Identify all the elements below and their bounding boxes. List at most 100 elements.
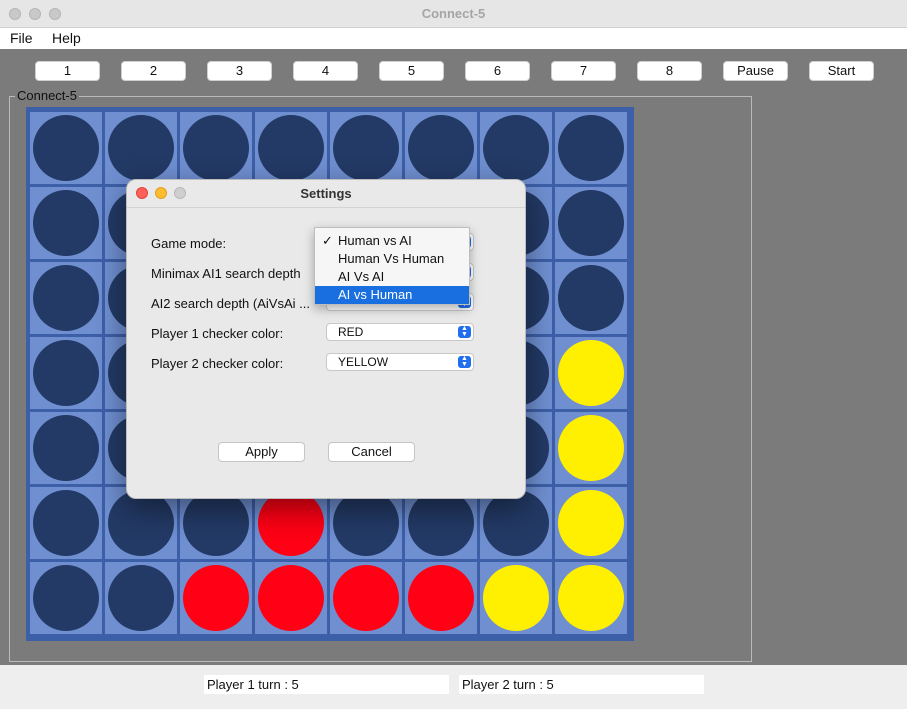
drop-column-6-button[interactable]: 6 [465, 61, 530, 81]
game-panel-label: Connect-5 [15, 88, 79, 103]
ai2-depth-label: AI2 search depth (AiVsAi ... [151, 296, 310, 311]
board-cell[interactable] [105, 112, 177, 184]
yellow-checker [558, 490, 624, 556]
game-mode-option[interactable]: AI vs Human [315, 286, 469, 304]
empty-slot [33, 565, 99, 631]
board-cell[interactable] [180, 112, 252, 184]
drop-column-7-button[interactable]: 7 [551, 61, 616, 81]
window-titlebar: Connect-5 [0, 0, 907, 28]
red-checker [408, 565, 474, 631]
board-cell[interactable] [105, 562, 177, 634]
board-cell[interactable] [255, 112, 327, 184]
apply-button[interactable]: Apply [218, 442, 305, 462]
empty-slot [483, 115, 549, 181]
yellow-checker [558, 340, 624, 406]
drop-column-4-button[interactable]: 4 [293, 61, 358, 81]
board-cell[interactable] [555, 487, 627, 559]
empty-slot [33, 415, 99, 481]
board-cell[interactable] [30, 337, 102, 409]
board-cell[interactable] [405, 112, 477, 184]
yellow-checker [558, 415, 624, 481]
board-cell[interactable] [405, 562, 477, 634]
select-arrows-icon: ▲▼ [458, 356, 471, 368]
minimax-depth-label: Minimax AI1 search depth [151, 266, 301, 281]
board-cell[interactable] [555, 412, 627, 484]
player-1-color-select[interactable]: RED ▲▼ [326, 323, 474, 341]
empty-slot [33, 490, 99, 556]
board-cell[interactable] [30, 487, 102, 559]
board-cell[interactable] [480, 112, 552, 184]
drop-column-1-button[interactable]: 1 [35, 61, 100, 81]
checkmark-icon: ✓ [322, 232, 333, 250]
pause-button[interactable]: Pause [723, 61, 788, 81]
settings-title: Settings [127, 186, 525, 201]
empty-slot [333, 115, 399, 181]
cancel-button[interactable]: Cancel [328, 442, 415, 462]
yellow-checker [483, 565, 549, 631]
player-1-color-label: Player 1 checker color: [151, 326, 283, 341]
board-cell[interactable] [30, 187, 102, 259]
board-cell[interactable] [30, 112, 102, 184]
empty-slot [258, 115, 324, 181]
red-checker [258, 565, 324, 631]
empty-slot [408, 115, 474, 181]
board-cell[interactable] [555, 337, 627, 409]
game-mode-option[interactable]: AI Vs AI [315, 268, 469, 286]
menu-file[interactable]: File [10, 30, 33, 46]
game-mode-option-label: Human Vs Human [338, 251, 444, 266]
empty-slot [183, 490, 249, 556]
empty-slot [333, 490, 399, 556]
select-arrows-icon: ▲▼ [458, 326, 471, 338]
board-cell[interactable] [30, 562, 102, 634]
empty-slot [33, 265, 99, 331]
board-cell[interactable] [30, 262, 102, 334]
red-checker [183, 565, 249, 631]
player-2-color-select[interactable]: YELLOW ▲▼ [326, 353, 474, 371]
board-cell[interactable] [180, 562, 252, 634]
game-mode-option-label: AI vs Human [338, 287, 412, 302]
game-mode-option[interactable]: ✓ Human vs AI [315, 232, 469, 250]
player-2-status: Player 2 turn : 5 [459, 675, 704, 694]
start-button[interactable]: Start [809, 61, 874, 81]
game-mode-label: Game mode: [151, 236, 226, 251]
game-mode-option-label: Human vs AI [338, 233, 412, 248]
game-mode-dropdown: ✓ Human vs AI Human Vs Human AI Vs AI AI vs … [314, 227, 470, 305]
drop-column-5-button[interactable]: 5 [379, 61, 444, 81]
empty-slot [33, 115, 99, 181]
yellow-checker [558, 565, 624, 631]
game-mode-option[interactable]: Human Vs Human [315, 250, 469, 268]
player-2-color-value: YELLOW [338, 355, 388, 369]
empty-slot [33, 340, 99, 406]
game-mode-option-label: AI Vs AI [338, 269, 384, 284]
drop-column-3-button[interactable]: 3 [207, 61, 272, 81]
menu-help[interactable]: Help [52, 30, 81, 46]
board-cell[interactable] [30, 412, 102, 484]
player-2-color-label: Player 2 checker color: [151, 356, 283, 371]
empty-slot [558, 265, 624, 331]
empty-slot [408, 490, 474, 556]
empty-slot [558, 190, 624, 256]
empty-slot [483, 490, 549, 556]
empty-slot [108, 115, 174, 181]
player-1-status: Player 1 turn : 5 [204, 675, 449, 694]
board-cell[interactable] [555, 562, 627, 634]
empty-slot [183, 115, 249, 181]
board-cell[interactable] [555, 112, 627, 184]
board-cell[interactable] [330, 562, 402, 634]
menu-bar: File Help [0, 28, 907, 49]
drop-column-2-button[interactable]: 2 [121, 61, 186, 81]
empty-slot [558, 115, 624, 181]
board-cell[interactable] [555, 262, 627, 334]
red-checker [333, 565, 399, 631]
settings-titlebar: Settings [127, 180, 525, 208]
red-checker [258, 490, 324, 556]
window-title: Connect-5 [0, 6, 907, 21]
board-cell[interactable] [480, 562, 552, 634]
board-cell[interactable] [255, 562, 327, 634]
drop-column-8-button[interactable]: 8 [637, 61, 702, 81]
board-cell[interactable] [330, 112, 402, 184]
player-1-color-value: RED [338, 325, 363, 339]
empty-slot [33, 190, 99, 256]
board-cell[interactable] [555, 187, 627, 259]
empty-slot [108, 490, 174, 556]
